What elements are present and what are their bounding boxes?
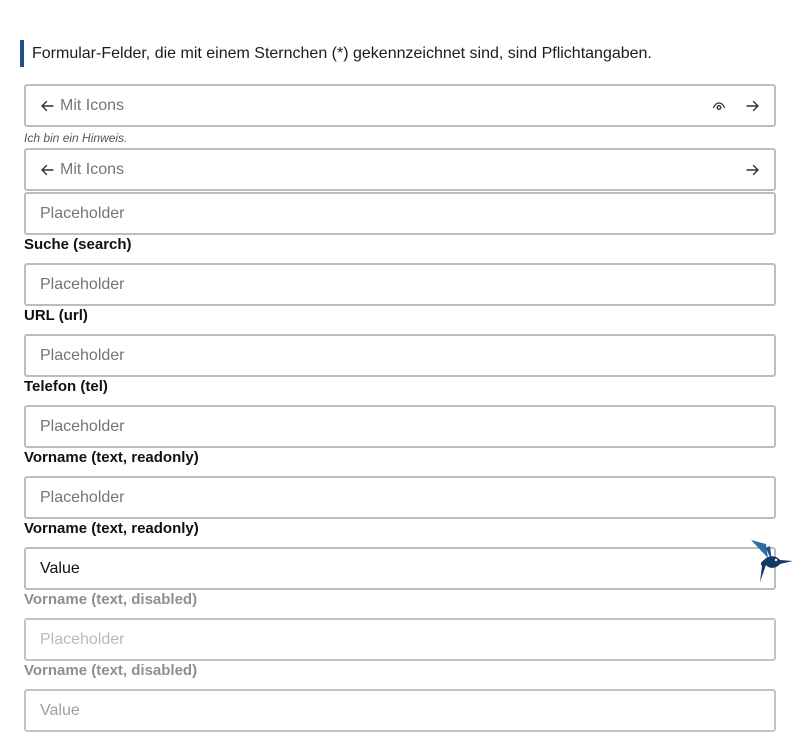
disabled-value-label: Vorname (text, disabled) [24, 662, 198, 679]
form-page: Formular-Felder, die mit einem Sternchen… [0, 0, 800, 756]
url-placeholder: Placeholder [40, 347, 125, 364]
text-input-field[interactable]: Placeholder [24, 192, 776, 235]
tel-label: Telefon (tel) [24, 378, 108, 395]
disabled-value-input: Value [24, 689, 776, 732]
arrow-left-icon[interactable] [38, 161, 56, 179]
icon-input-field-2[interactable]: Mit Icons [24, 148, 776, 191]
readonly-input[interactable]: Placeholder [24, 476, 776, 519]
required-fields-notice: Formular-Felder, die mit einem Sternchen… [20, 40, 652, 67]
search-placeholder: Placeholder [40, 276, 125, 293]
readonly-value-input[interactable]: Value [24, 547, 776, 590]
arrow-right-icon[interactable] [744, 97, 762, 115]
readonly-placeholder: Placeholder [40, 489, 125, 506]
disabled-input: Placeholder [24, 618, 776, 661]
icon-input-placeholder: Mit Icons [60, 161, 125, 178]
search-label: Suche (search) [24, 236, 132, 253]
disabled-placeholder: Placeholder [40, 631, 125, 648]
url-label: URL (url) [24, 307, 88, 324]
disabled-label: Vorname (text, disabled) [24, 591, 198, 608]
input-placeholder: Placeholder [40, 205, 125, 222]
icon-input-field-1[interactable]: Mit Icons [24, 84, 776, 127]
tel-input[interactable]: Placeholder [24, 405, 776, 448]
readonly-value-label: Vorname (text, readonly) [24, 520, 199, 537]
notice-text: Formular-Felder, die mit einem Sternchen… [32, 45, 652, 62]
search-input[interactable]: Placeholder [24, 263, 776, 306]
url-input[interactable]: Placeholder [24, 334, 776, 377]
hummingbird-logo-icon [746, 536, 794, 584]
readonly-value: Value [40, 560, 80, 577]
arrow-left-icon[interactable] [38, 97, 56, 115]
readonly-label: Vorname (text, readonly) [24, 449, 199, 466]
field-hint: Ich bin ein Hinweis. [24, 131, 128, 145]
icon-input-placeholder: Mit Icons [60, 97, 125, 114]
arrow-right-icon[interactable] [744, 161, 762, 179]
tel-placeholder: Placeholder [40, 418, 125, 435]
disabled-value: Value [40, 702, 80, 719]
eye-icon[interactable] [710, 97, 728, 115]
